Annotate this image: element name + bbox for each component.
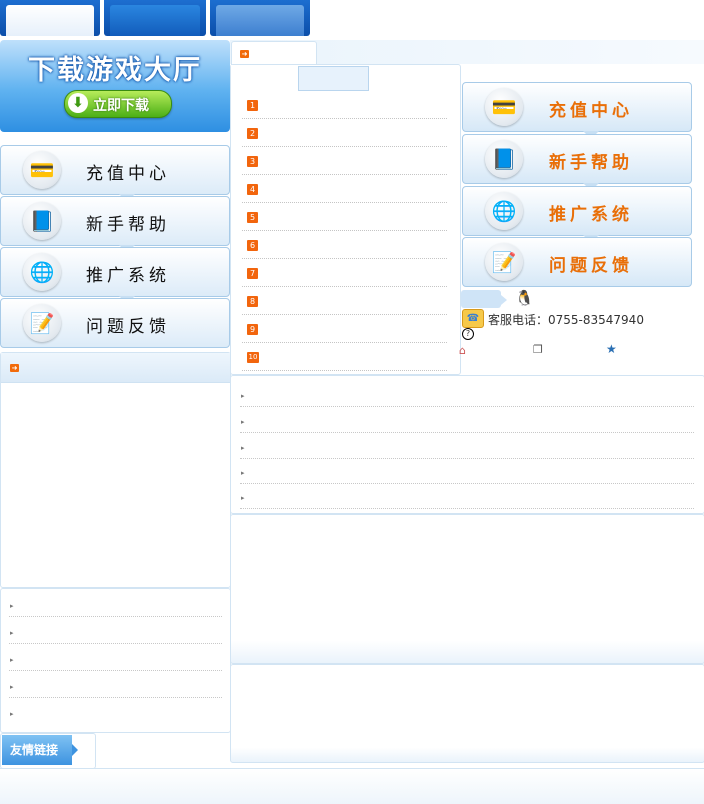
right-menu-label: 新手帮助 [549,153,633,173]
download-button[interactable]: ⬇ 立即下载 [64,90,172,118]
list-item[interactable]: ▸ [9,699,222,724]
globe-icon: 🌐 [23,253,61,291]
ranking-row[interactable]: 8 [242,287,447,315]
list-item[interactable]: ▸ [9,645,222,671]
ranking-row[interactable]: 10 [242,343,447,371]
notepad-icon: 📝 [23,304,61,342]
ranking-row[interactable]: 2 [242,119,447,147]
book-icon: 📘 [23,202,61,240]
ranking-tab-active[interactable] [231,65,298,89]
chat-bubble-tail [501,295,507,305]
coins-card-icon: 💳 [23,151,61,189]
ranking-row[interactable]: 5 [242,203,447,231]
left-menu-label: 问题反馈 [86,317,170,337]
right-menu-label: 充值中心 [549,101,633,121]
content-panel-1 [230,514,704,664]
download-arrow-icon: ⬇ [68,93,88,113]
rank-badge: 5 [247,212,258,223]
ranking-tab-inactive[interactable] [298,66,369,91]
list-arrow-icon: ▸ [10,629,14,637]
left-menu-feedback[interactable]: 📝 问题反馈 [0,298,230,348]
list-arrow-icon: ▸ [10,656,14,664]
copy-icon[interactable]: ❐ [533,343,543,356]
ranking-row[interactable]: 1 [242,91,447,119]
ranking-row[interactable]: 9 [242,315,447,343]
friend-links-tab[interactable]: 友情链接 [2,735,78,765]
service-phone: 客服电话：0755-83547940 [488,313,644,327]
rank-badge: 3 [247,156,258,167]
list-item[interactable]: ▸ [240,381,694,407]
middle-header-tab[interactable]: ➜ [231,41,317,66]
right-menu-label: 推广系统 [549,205,633,225]
list-arrow-icon: ▸ [241,392,245,400]
left-menu-promotion[interactable]: 🌐 推广系统 [0,247,230,304]
right-menu-help[interactable]: 📘 新手帮助 [462,134,692,191]
list-item[interactable]: ▸ [9,591,222,617]
left-menu-recharge[interactable]: 💳 充值中心 [0,145,230,202]
left-menu-label: 充值中心 [86,164,170,184]
globe-icon: 🌐 [485,192,523,230]
left-list-panel: ▸ ▸ ▸ ▸ ▸ [0,588,231,733]
phone-card-icon: ☎ [462,309,484,328]
left-menu-label: 推广系统 [86,266,170,286]
rank-badge: 2 [247,128,258,139]
rank-badge: 8 [247,296,258,307]
star-icon[interactable]: ★ [606,342,617,356]
rank-badge: 4 [247,184,258,195]
list-arrow-icon: ▸ [10,602,14,610]
content-panel-2 [230,664,704,763]
rank-badge: 7 [247,268,258,279]
right-menu-feedback[interactable]: 📝 问题反馈 [462,237,692,287]
top-tab-3[interactable] [210,0,310,36]
list-item[interactable]: ▸ [240,407,694,433]
home-icon[interactable]: ⌂ [459,344,466,357]
qq-penguin-icon[interactable]: 🐧 [515,289,534,307]
book-icon: 📘 [485,140,523,178]
download-banner: 下载游戏大厅 ⬇ 立即下载 [0,40,230,132]
news-list-panel: ▸ ▸ ▸ ▸ ▸ [230,375,704,514]
right-menu-promotion[interactable]: 🌐 推广系统 [462,186,692,243]
left-menu-help[interactable]: 📘 新手帮助 [0,196,230,253]
banner-title: 下载游戏大厅 [28,55,202,86]
left-menu-label: 新手帮助 [86,215,170,235]
ranking-row[interactable]: 3 [242,147,447,175]
right-menu-recharge[interactable]: 💳 充值中心 [462,82,692,139]
ranking-row[interactable]: 6 [242,231,447,259]
list-arrow-icon: ▸ [241,469,245,477]
rank-badge: 10 [247,352,259,363]
list-item[interactable]: ▸ [240,458,694,484]
list-arrow-icon: ▸ [241,494,245,502]
orange-arrow-icon: ➜ [240,50,249,58]
top-tab-1[interactable] [0,0,100,36]
top-tab-2[interactable] [104,0,206,36]
list-arrow-icon: ▸ [10,683,14,691]
question-icon[interactable]: ? [462,328,474,340]
list-item[interactable]: ▸ [9,672,222,698]
rank-badge: 6 [247,240,258,251]
list-arrow-icon: ▸ [241,418,245,426]
ranking-row[interactable]: 4 [242,175,447,203]
list-arrow-icon: ▸ [10,710,14,718]
notepad-icon: 📝 [485,243,523,281]
rank-badge: 9 [247,324,258,335]
left-info-panel-header: ➜ [1,353,230,383]
right-menu-label: 问题反馈 [549,256,633,276]
ranking-row[interactable]: 7 [242,259,447,287]
left-info-panel: ➜ [0,352,231,588]
list-item[interactable]: ▸ [9,618,222,644]
download-button-label: 立即下载 [93,98,149,114]
orange-arrow-icon: ➜ [10,364,19,372]
coins-card-icon: 💳 [485,88,523,126]
footer [0,768,704,804]
chat-bubble [461,290,501,308]
list-arrow-icon: ▸ [241,444,245,452]
list-item[interactable]: ▸ [240,433,694,459]
list-item[interactable]: ▸ [240,483,694,509]
rank-badge: 1 [247,100,258,111]
